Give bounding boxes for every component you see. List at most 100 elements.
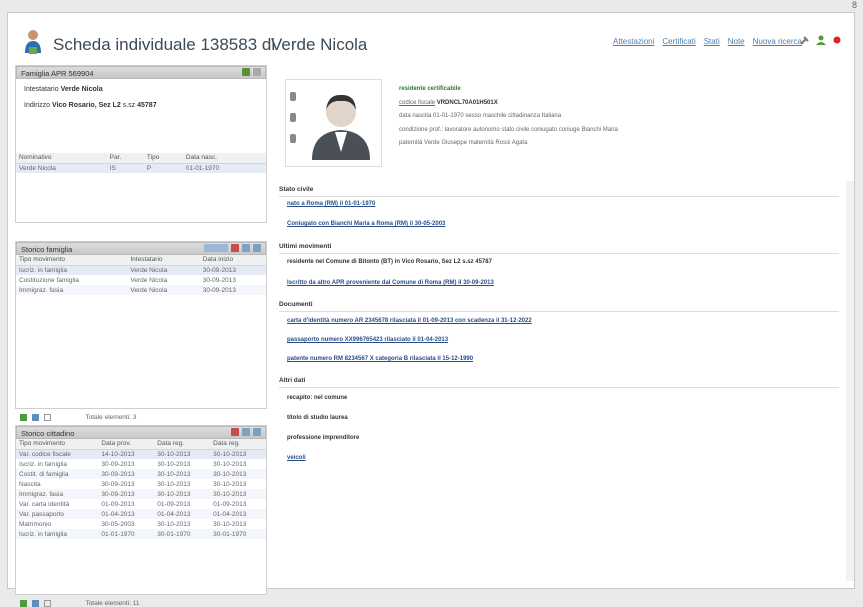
indirizzo-label: Indirizzo: [24, 102, 51, 109]
column-header: Data inizio: [199, 255, 266, 266]
table-cell: 30-10-2013: [213, 460, 247, 468]
table-cell: Costituzione famiglia: [19, 276, 79, 284]
famiglia-tools: [242, 68, 261, 76]
avatar: [312, 94, 370, 160]
section-ultimi-movimenti: Ultimi movimenti: [279, 243, 332, 250]
documento-carta-identita[interactable]: carta d'identità numero AR 2345678 rilas…: [287, 318, 532, 324]
table-cell: Immigraz. fasia: [16, 285, 128, 295]
storico-famiglia-footer: Totale elementi: 3: [20, 413, 137, 421]
save-icon[interactable]: [31, 413, 39, 421]
table-row[interactable]: Iscriz. in famiglia Verde Nicola 30-09-2…: [16, 265, 266, 275]
section-stato-civile: Stato civile: [279, 186, 314, 193]
table-row[interactable]: Nascita 30-09-2013 30-10-2013 30-10-2013: [16, 479, 266, 489]
documento-patente[interactable]: patente numero RM 8234567 X categoria B …: [287, 356, 473, 362]
filter-icon[interactable]: [204, 244, 228, 252]
table-row[interactable]: Matrimonio 30-05-2003 30-10-2013 30-10-2013: [16, 519, 266, 529]
table-cell: 30-09-2013: [98, 489, 155, 499]
documento-passaporto[interactable]: passaporto numero XX996765423 rilasciato…: [287, 337, 448, 343]
codice-fiscale-label[interactable]: codice fiscale: [399, 100, 435, 106]
table-cell: IS: [106, 163, 144, 173]
table-row[interactable]: Iscriz. in famiglia 30-09-2013 30-10-2013 3…: [16, 459, 266, 469]
section-altri-dati: Altri dati: [279, 377, 306, 384]
print-icon[interactable]: [253, 244, 261, 252]
camera-icon[interactable]: [290, 92, 296, 101]
table-cell: 01-09-2013: [157, 500, 191, 508]
refresh-icon[interactable]: [20, 599, 27, 607]
column-header: Nominativo: [16, 153, 107, 164]
table-cell: 30-10-2013: [154, 449, 211, 459]
table-row[interactable]: Costituzione famiglia Verde Nicola 30-09…: [16, 275, 266, 285]
indirizzo-line: Indirizzo Vico Rosario, Sez L2 s.sz 4578…: [24, 101, 258, 111]
table-cell: 30-09-2013: [199, 265, 266, 275]
page-icon[interactable]: [43, 413, 51, 421]
table-cell: 30-10-2013: [213, 520, 247, 528]
detail-panel: residente certificabile codice fiscale V…: [273, 65, 854, 588]
intestatario-value: Verde Nicola: [60, 86, 103, 93]
link-certificati[interactable]: Certificati: [662, 37, 695, 46]
total-label: Totale elementi: 3: [85, 414, 137, 421]
doc-icon[interactable]: [290, 113, 296, 122]
refresh-icon[interactable]: [20, 413, 27, 421]
divider: [279, 253, 839, 254]
row-text: passaporto numero XX996765423 rilasciato…: [287, 337, 449, 343]
table-row[interactable]: Immigraz. fasia Verde Nicola 30-09-2013: [16, 285, 266, 295]
print-icon[interactable]: [253, 428, 261, 436]
indirizzo-value: Vico Rosario, Sez L2: [52, 102, 121, 109]
storico-cittadino-panel: Storico cittadino Tipo movimento Data pr…: [15, 425, 267, 607]
famiglia-panel-header: Famiglia APR 569904: [16, 66, 266, 79]
row-text: veicoli: [287, 455, 306, 461]
sort-icon[interactable]: [231, 428, 239, 436]
stato-civile-row-nascita[interactable]: nato a Roma (RM) il 01-01-1970: [287, 201, 375, 207]
left-column: Famiglia APR 569904 Intestatario Verde N…: [15, 65, 267, 607]
storico-famiglia-header: Storico famiglia: [16, 242, 266, 255]
table-header: Tipo movimento Intestatario Data inizio: [16, 255, 266, 266]
table-cell: Var. codice fiscale: [16, 449, 99, 459]
link-stati[interactable]: Stati: [704, 37, 720, 46]
column-header: Intestatario: [127, 255, 200, 266]
expand-icon[interactable]: [253, 68, 261, 76]
storico-cittadino-title: Storico cittadino: [21, 429, 75, 438]
table-cell: 30-10-2013: [157, 480, 191, 488]
column-header: Data prov.: [98, 439, 155, 450]
save-icon[interactable]: [31, 599, 39, 607]
table-row[interactable]: Immigraz. fasia 30-09-2013 30-10-2013 30-10…: [16, 489, 266, 499]
table-row[interactable]: Var. codice fiscale 14-10-2013 30-10-2013 3…: [16, 449, 266, 459]
table-cell: Costit. di famiglia: [16, 469, 99, 479]
close-dot-icon[interactable]: [832, 35, 842, 45]
family-icon[interactable]: [242, 68, 250, 76]
storico-famiglia-title: Storico famiglia: [21, 245, 73, 254]
table-row[interactable]: Var. carta identità 01-09-2013 01-09-2013 0…: [16, 499, 266, 509]
table-cell: Immigraz. fasia: [16, 489, 99, 499]
famiglia-info: Intestatario Verde Nicola Indirizzo Vico…: [16, 79, 266, 137]
codice-fiscale-value: VRDNCL70A01H501X: [436, 99, 498, 106]
page-number: 8: [851, 0, 857, 10]
tools-icon[interactable]: [800, 35, 810, 45]
table-row[interactable]: Iscriz. in famiglia 01-01-1970 30-01-1970 3…: [16, 529, 266, 539]
condizione-line: condizione prof.: lavoratore autonomo st…: [399, 126, 618, 133]
scrollbar[interactable]: [846, 181, 854, 581]
stato-civile-row-matrimonio[interactable]: Coniugato con Bianchi Maria a Roma (RM) …: [287, 221, 445, 227]
table-row[interactable]: Costit. di famiglia 30-09-2013 30-10-2013 3…: [16, 469, 266, 479]
export-icon[interactable]: [242, 244, 250, 252]
link-attestazioni[interactable]: Attestazioni: [613, 37, 654, 46]
export-icon[interactable]: [242, 428, 250, 436]
link-nuova-ricerca[interactable]: Nuova ricerca: [753, 37, 802, 46]
storico-cittadino-header: Storico cittadino: [16, 426, 266, 439]
table-cell: 01-01-1970: [182, 163, 266, 173]
page-icon[interactable]: [43, 599, 51, 607]
column-header: Tipo: [143, 153, 183, 164]
link-note[interactable]: Note: [728, 37, 745, 46]
movimenti-row-iscrizione[interactable]: Iscritto da altro APR proveniente dal Co…: [287, 280, 494, 286]
table-cell: 30-01-1970: [210, 529, 266, 539]
scala-label: s.sz: [122, 102, 136, 109]
altri-dati-veicoli[interactable]: veicoli: [287, 455, 306, 461]
sort-icon[interactable]: [231, 244, 239, 252]
table-row[interactable]: Var. passaporto 01-04-2013 01-04-2013 01-04…: [16, 509, 266, 519]
row-text: residente nel Comune di Bitonto (BT) in …: [287, 259, 492, 265]
table-cell: Verde Nicola: [127, 285, 200, 295]
movimenti-row-residenza[interactable]: residente nel Comune di Bitonto (BT) in …: [287, 259, 492, 265]
table-row[interactable]: Verde Nicola IS P 01-01-1970: [16, 163, 266, 173]
total-label: Totale elementi: 11: [85, 600, 140, 607]
edit-icon[interactable]: [290, 134, 296, 143]
users-icon[interactable]: [816, 35, 826, 45]
